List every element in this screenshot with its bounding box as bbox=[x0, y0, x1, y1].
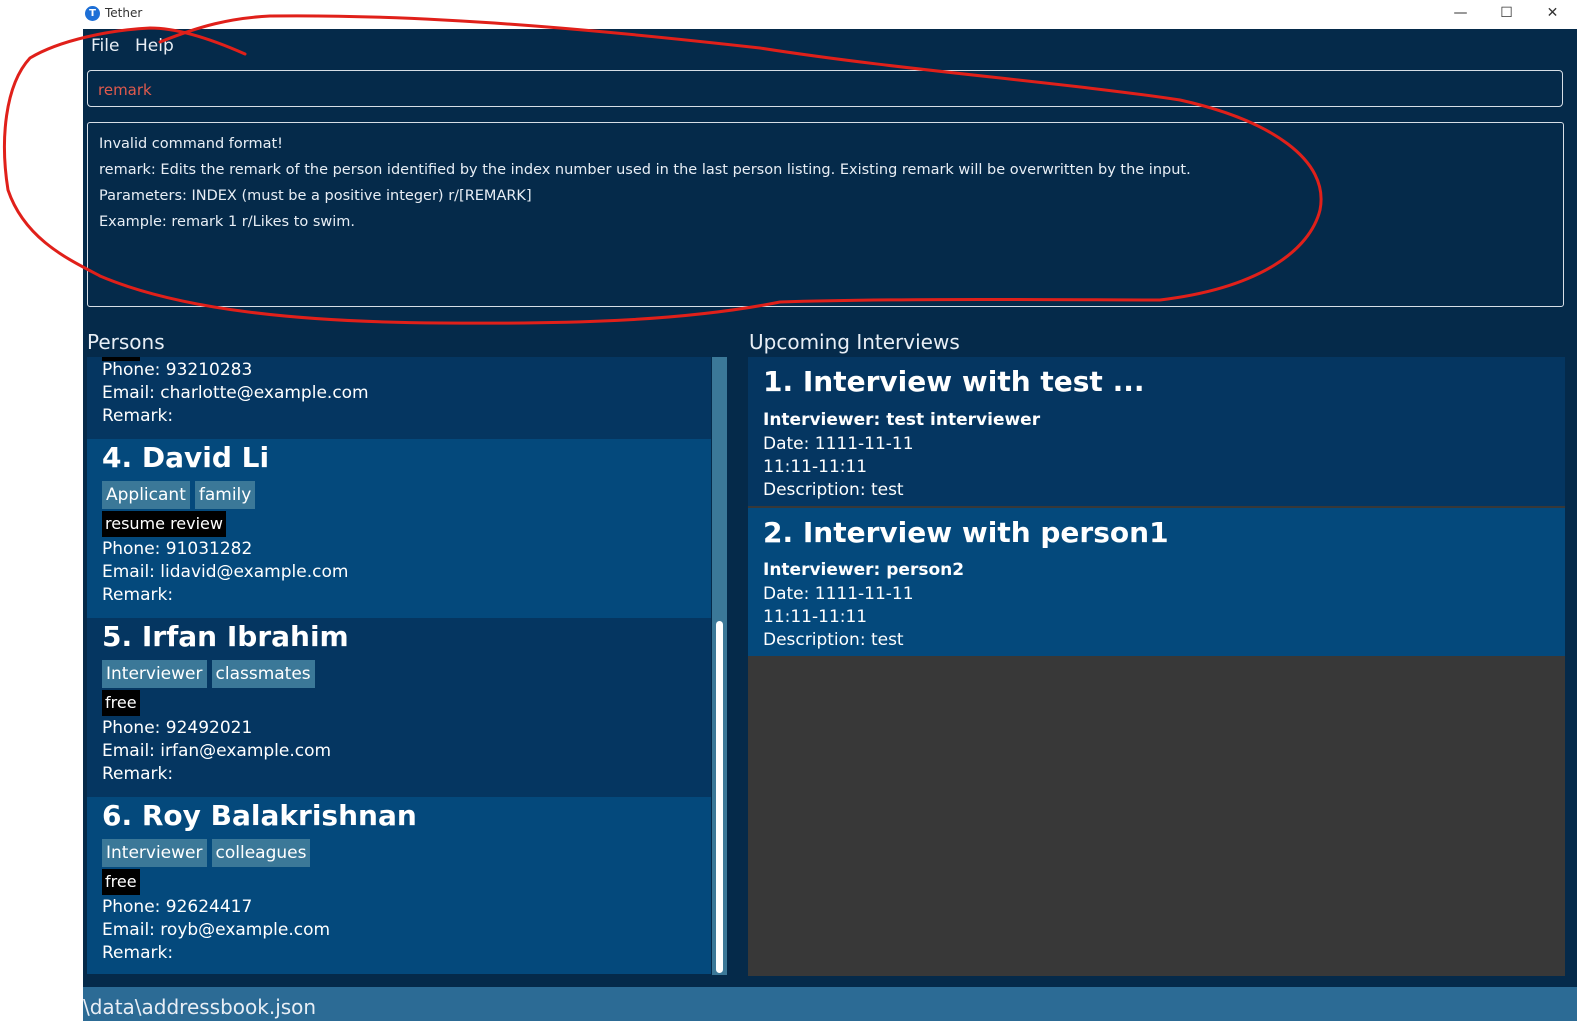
interviews-panel-label: Upcoming Interviews bbox=[749, 330, 960, 354]
tag: classmates bbox=[211, 660, 315, 688]
close-button[interactable]: ✕ bbox=[1530, 0, 1575, 29]
person-email: Email: royb@example.com bbox=[102, 920, 331, 940]
person-tags: Applicant family bbox=[102, 481, 260, 509]
minimize-button[interactable]: — bbox=[1438, 0, 1483, 29]
person-remark: Remark: bbox=[102, 943, 174, 963]
tag: family bbox=[194, 481, 256, 509]
interview-card[interactable]: 2. Interview with person1 Interviewer: p… bbox=[748, 508, 1565, 656]
tag: Interviewer bbox=[102, 839, 207, 867]
person-card[interactable]: Phone: 93210283 Email: charlotte@example… bbox=[87, 357, 711, 439]
interview-description: Description: test bbox=[763, 480, 904, 500]
tag: colleagues bbox=[211, 839, 311, 867]
interview-date: Date: 1111-11-11 bbox=[763, 434, 914, 454]
window-title: Tether bbox=[105, 6, 143, 20]
menu-file[interactable]: File bbox=[91, 36, 119, 56]
interview-description: Description: test bbox=[763, 630, 904, 650]
status-tag: resume review bbox=[102, 511, 226, 537]
person-email: Email: charlotte@example.com bbox=[102, 383, 369, 403]
scrollbar-thumb[interactable] bbox=[716, 621, 723, 973]
person-remark: Remark: bbox=[102, 406, 174, 426]
persons-panel-label: Persons bbox=[87, 330, 165, 354]
person-remark: Remark: bbox=[102, 764, 174, 784]
tag: Applicant bbox=[102, 481, 190, 509]
person-name: 6. Roy Balakrishnan bbox=[102, 799, 417, 832]
persons-scrollbar[interactable] bbox=[712, 357, 727, 975]
person-card[interactable]: 4. David Li Applicant family resume revie… bbox=[87, 439, 711, 618]
person-phone: Phone: 91031282 bbox=[102, 539, 253, 559]
person-status: resume review bbox=[102, 511, 226, 539]
person-tags: Interviewer classmates bbox=[102, 660, 320, 688]
menu-bar: File Help bbox=[83, 29, 1577, 65]
person-card[interactable]: 6. Roy Balakrishnan Interviewer colleague… bbox=[87, 797, 711, 974]
tag: Interviewer bbox=[102, 660, 207, 688]
person-phone: Phone: 92492021 bbox=[102, 718, 253, 738]
person-email: Email: irfan@example.com bbox=[102, 741, 332, 761]
menu-help[interactable]: Help bbox=[135, 36, 174, 56]
interview-interviewer: Interviewer: person2 bbox=[763, 560, 965, 580]
status-tag: free bbox=[102, 690, 140, 716]
maximize-button[interactable]: ☐ bbox=[1484, 0, 1529, 29]
result-display: Invalid command format! remark: Edits th… bbox=[87, 122, 1564, 307]
interview-interviewer: Interviewer: test interviewer bbox=[763, 410, 1041, 430]
command-box[interactable] bbox=[87, 70, 1563, 107]
result-line: Parameters: INDEX (must be a positive in… bbox=[99, 188, 532, 204]
person-email: Email: lidavid@example.com bbox=[102, 562, 349, 582]
person-card[interactable]: 5. Irfan Ibrahim Interviewer classmates f… bbox=[87, 618, 711, 797]
interview-time: 11:11-11:11 bbox=[763, 457, 868, 477]
status-bar: \data\addressbook.json bbox=[83, 987, 1577, 1021]
interview-title: 1. Interview with test ... bbox=[763, 365, 1145, 398]
person-status: free bbox=[102, 690, 140, 718]
interview-title: 2. Interview with person1 bbox=[763, 516, 1169, 549]
person-phone: Phone: 93210283 bbox=[102, 360, 253, 380]
persons-list[interactable]: Phone: 93210283 Email: charlotte@example… bbox=[87, 357, 711, 974]
app-window: T Tether — ☐ ✕ File Help Invalid command… bbox=[83, 0, 1577, 1021]
result-line: remark: Edits the remark of the person i… bbox=[99, 162, 1191, 178]
interview-card[interactable]: 1. Interview with test ... Interviewer: … bbox=[748, 357, 1565, 506]
interview-date: Date: 1111-11-11 bbox=[763, 584, 914, 604]
interview-time: 11:11-11:11 bbox=[763, 607, 868, 627]
person-name: 4. David Li bbox=[102, 441, 270, 474]
result-line: Example: remark 1 r/Likes to swim. bbox=[99, 214, 356, 230]
status-tag: free bbox=[102, 869, 140, 895]
title-bar: T Tether — ☐ ✕ bbox=[83, 0, 1577, 29]
save-location: \data\addressbook.json bbox=[83, 995, 317, 1019]
person-remark: Remark: bbox=[102, 585, 174, 605]
person-phone: Phone: 92624417 bbox=[102, 897, 253, 917]
person-tags: Interviewer colleagues bbox=[102, 839, 315, 867]
interviews-list[interactable]: 1. Interview with test ... Interviewer: … bbox=[748, 357, 1565, 976]
person-name: 5. Irfan Ibrahim bbox=[102, 620, 349, 653]
person-status: free bbox=[102, 869, 140, 897]
result-line: Invalid command format! bbox=[99, 136, 283, 152]
command-input[interactable] bbox=[98, 79, 1538, 101]
app-logo-icon: T bbox=[85, 6, 100, 21]
